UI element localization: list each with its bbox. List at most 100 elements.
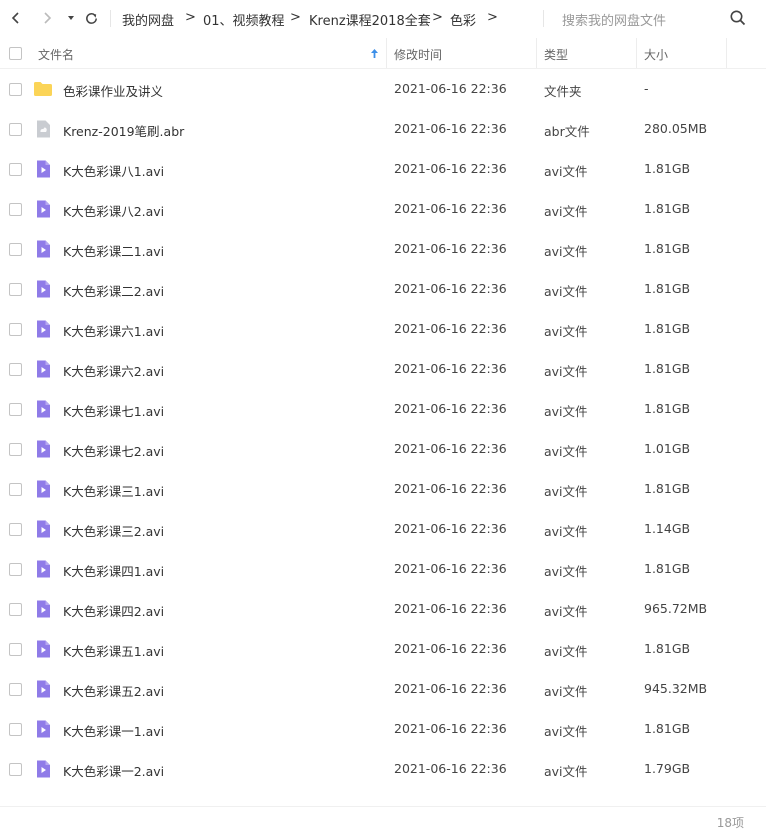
column-header-name[interactable]: 文件名 [38,46,74,63]
arrow-up-icon[interactable] [370,48,379,59]
row-checkbox[interactable] [9,443,22,456]
file-modified-time: 2021-06-16 22:36 [394,441,507,456]
item-count: 18项 [716,816,744,830]
refresh-button[interactable] [81,8,101,28]
file-row[interactable]: K大色彩课二2.avi 2021-06-16 22:36 avi文件 1.81GB [0,269,766,309]
file-row[interactable]: K大色彩课六2.avi 2021-06-16 22:36 avi文件 1.81GB [0,349,766,389]
file-name[interactable]: K大色彩课六1.avi [63,321,164,340]
file-type: abr文件 [544,124,590,139]
video-file-icon [33,359,53,379]
column-header-type[interactable]: 类型 [544,46,568,63]
row-checkbox[interactable] [9,203,22,216]
column-header-modified[interactable]: 修改时间 [394,46,442,63]
file-row[interactable]: K大色彩课五2.avi 2021-06-16 22:36 avi文件 945.32MB [0,669,766,709]
file-size: 1.81GB [644,281,691,296]
row-checkbox[interactable] [9,683,22,696]
file-name[interactable]: K大色彩课六2.avi [63,361,164,380]
file-name[interactable]: Krenz-2019笔刷.abr [63,121,184,140]
file-row[interactable]: Krenz-2019笔刷.abr 2021-06-16 22:36 abr文件 280… [0,109,766,149]
row-checkbox[interactable] [9,483,22,496]
file-name[interactable]: K大色彩课八1.avi [63,161,164,180]
file-name[interactable]: K大色彩课三1.avi [63,481,164,500]
row-checkbox[interactable] [9,123,22,136]
back-button[interactable] [6,8,26,28]
file-row[interactable]: K大色彩课一2.avi 2021-06-16 22:36 avi文件 1.79GB [0,749,766,789]
file-row[interactable]: K大色彩课八2.avi 2021-06-16 22:36 avi文件 1.81GB [0,189,766,229]
file-name[interactable]: K大色彩课一2.avi [63,761,164,780]
footer-divider [0,806,766,807]
file-row[interactable]: 色彩课作业及讲义 2021-06-16 22:36 文件夹 - [0,69,766,109]
chevron-left-icon [11,12,19,24]
row-checkbox[interactable] [9,763,22,776]
file-name[interactable]: K大色彩课二2.avi [63,281,164,300]
file-name[interactable]: K大色彩课五1.avi [63,641,164,660]
file-size: 1.81GB [644,321,691,336]
file-size: 1.81GB [644,561,691,576]
search-divider [543,10,544,27]
file-row[interactable]: K大色彩课五1.avi 2021-06-16 22:36 avi文件 1.81GB [0,629,766,669]
file-name[interactable]: 色彩课作业及讲义 [63,81,163,100]
column-divider[interactable] [636,38,637,68]
file-row[interactable]: K大色彩课四1.avi 2021-06-16 22:36 avi文件 1.81GB [0,549,766,589]
breadcrumb-item-video[interactable]: 01、视频教程 [203,10,285,29]
file-name[interactable]: K大色彩课四1.avi [63,561,164,580]
video-file-icon [33,519,53,539]
file-size: 1.81GB [644,481,691,496]
file-modified-time: 2021-06-16 22:36 [394,721,507,736]
breadcrumb-item-root[interactable]: 我的网盘 [122,10,174,29]
search-input[interactable]: 搜索我的网盘文件 [562,10,666,29]
file-row[interactable]: K大色彩课三2.avi 2021-06-16 22:36 avi文件 1.14GB [0,509,766,549]
search-icon[interactable] [729,9,747,27]
row-checkbox[interactable] [9,643,22,656]
row-checkbox[interactable] [9,83,22,96]
file-name[interactable]: K大色彩课七1.avi [63,401,164,420]
forward-button[interactable] [37,8,57,28]
file-row[interactable]: K大色彩课七2.avi 2021-06-16 22:36 avi文件 1.01GB [0,429,766,469]
row-checkbox[interactable] [9,403,22,416]
file-row[interactable]: K大色彩课二1.avi 2021-06-16 22:36 avi文件 1.81GB [0,229,766,269]
file-name[interactable]: K大色彩课八2.avi [63,201,164,220]
file-row[interactable]: K大色彩课八1.avi 2021-06-16 22:36 avi文件 1.81GB [0,149,766,189]
file-type: avi文件 [544,404,588,419]
file-row[interactable]: K大色彩课一1.avi 2021-06-16 22:36 avi文件 1.81GB [0,709,766,749]
file-type: avi文件 [544,484,588,499]
row-checkbox[interactable] [9,563,22,576]
breadcrumb-item-krenz[interactable]: Krenz课程2018全套 [309,10,431,29]
column-divider[interactable] [726,38,727,68]
history-dropdown-button[interactable] [61,8,81,28]
breadcrumb-separator: > [432,10,443,25]
row-checkbox[interactable] [9,283,22,296]
file-name[interactable]: K大色彩课三2.avi [63,521,164,540]
row-checkbox[interactable] [9,243,22,256]
row-checkbox[interactable] [9,723,22,736]
brush-file-icon [33,119,53,139]
file-row[interactable]: K大色彩课七1.avi 2021-06-16 22:36 avi文件 1.81GB [0,389,766,429]
file-name[interactable]: K大色彩课一1.avi [63,721,164,740]
video-file-icon [33,599,53,619]
file-size: 1.81GB [644,401,691,416]
file-name[interactable]: K大色彩课二1.avi [63,241,164,260]
file-modified-time: 2021-06-16 22:36 [394,561,507,576]
row-checkbox[interactable] [9,363,22,376]
file-modified-time: 2021-06-16 22:36 [394,321,507,336]
row-checkbox[interactable] [9,163,22,176]
file-modified-time: 2021-06-16 22:36 [394,281,507,296]
column-divider[interactable] [386,38,387,68]
row-checkbox[interactable] [9,603,22,616]
file-row[interactable]: K大色彩课六1.avi 2021-06-16 22:36 avi文件 1.81GB [0,309,766,349]
video-file-icon [33,239,53,259]
file-modified-time: 2021-06-16 22:36 [394,241,507,256]
select-all-checkbox[interactable] [9,47,22,60]
file-row[interactable]: K大色彩课三1.avi 2021-06-16 22:36 avi文件 1.81GB [0,469,766,509]
column-header-size[interactable]: 大小 [644,46,668,63]
row-checkbox[interactable] [9,523,22,536]
file-name[interactable]: K大色彩课七2.avi [63,441,164,460]
breadcrumb-item-current[interactable]: 色彩 [450,10,476,29]
file-name[interactable]: K大色彩课四2.avi [63,601,164,620]
column-divider[interactable] [536,38,537,68]
file-name[interactable]: K大色彩课五2.avi [63,681,164,700]
file-row[interactable]: K大色彩课四2.avi 2021-06-16 22:36 avi文件 965.72MB [0,589,766,629]
row-checkbox[interactable] [9,323,22,336]
file-modified-time: 2021-06-16 22:36 [394,681,507,696]
video-file-icon [33,199,53,219]
